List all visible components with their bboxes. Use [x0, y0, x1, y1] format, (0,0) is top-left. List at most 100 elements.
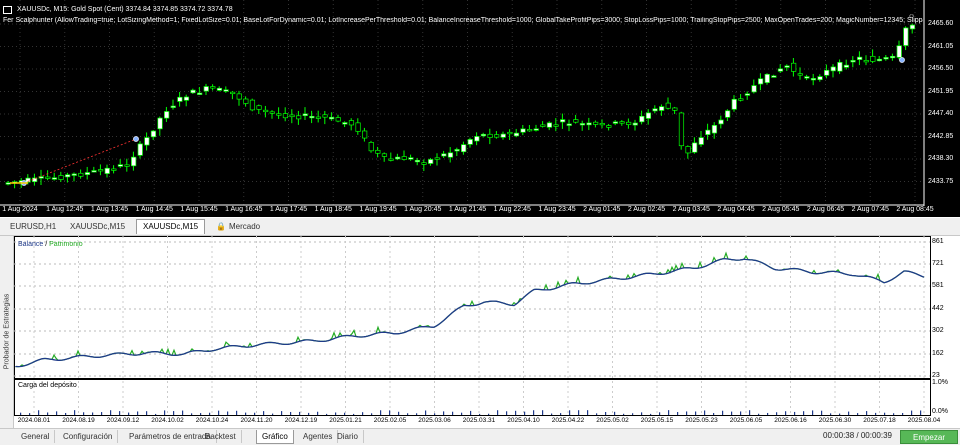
- balance-tick: 302: [932, 327, 944, 334]
- candle-body: [190, 89, 196, 94]
- deposit-bar: [821, 410, 823, 415]
- deposit-bar: [767, 412, 769, 415]
- time-label: 2 Aug 05:45: [762, 206, 800, 213]
- candle-body: [520, 128, 526, 133]
- candle-body: [612, 121, 619, 124]
- deposit-bar: [920, 410, 922, 415]
- deposit-bar: [191, 413, 193, 415]
- deposit-bar: [524, 411, 526, 415]
- candle-body: [375, 149, 381, 154]
- deposit-bar: [272, 413, 274, 415]
- candle-body: [342, 122, 348, 125]
- deposit-bar: [443, 411, 445, 415]
- deposit-bar: [29, 413, 31, 415]
- tester-side-panel: Probador de Estrategias: [0, 236, 14, 428]
- candle-body: [441, 153, 447, 157]
- date-label: 2024.10.02: [151, 417, 184, 424]
- deposit-bar: [92, 412, 94, 415]
- chart-tab-4[interactable]: 🔒 Mercado: [210, 220, 266, 233]
- time-label: 2 Aug 08:45: [896, 206, 934, 213]
- trade-marker: [899, 57, 905, 63]
- candle-body: [791, 62, 797, 72]
- candle-body: [731, 98, 737, 110]
- deposit-bar: [605, 412, 607, 415]
- tester-tab-1[interactable]: General: [16, 430, 56, 443]
- deposit-bar: [200, 413, 202, 415]
- balance-graph[interactable]: [14, 236, 960, 428]
- date-label: 2025.06.16: [774, 417, 807, 424]
- time-label: 2 Aug 01:45: [583, 206, 621, 213]
- candle-body: [652, 108, 658, 112]
- candle-body: [170, 105, 176, 108]
- start-button[interactable]: Empezar: [900, 430, 958, 444]
- deposit-bar: [479, 413, 481, 415]
- chart-tab-2[interactable]: XAUUSDc,M15: [64, 220, 131, 233]
- candle-body: [711, 125, 718, 134]
- time-axis[interactable]: 1 Aug 2024 1 Aug 12:45 1 Aug 13:45 1 Aug 14…: [0, 206, 933, 217]
- tester-side-label: Probador de Estrategias: [3, 293, 11, 370]
- candle-body: [764, 73, 770, 83]
- candle-body: [784, 65, 790, 68]
- candle-body: [527, 129, 533, 132]
- tester-tab-5[interactable]: Gráfico: [256, 430, 294, 444]
- chart-tab-3[interactable]: XAUUSDc,M15: [136, 219, 206, 234]
- candle-body: [698, 137, 704, 145]
- candle-body: [78, 172, 84, 177]
- deposit-bar: [542, 410, 544, 415]
- candle-body: [223, 89, 229, 92]
- candle-body: [177, 96, 183, 102]
- tester-tab-4[interactable]: Backtest: [200, 430, 242, 443]
- legend-balance: Balance: [18, 241, 44, 248]
- candle-body: [560, 119, 566, 123]
- time-label: 1 Aug 19:45: [359, 206, 397, 213]
- candle-body: [335, 117, 341, 122]
- candle-body: [51, 177, 58, 180]
- chart-tab-label: XAUUSDc,M15: [143, 222, 199, 231]
- candle-body: [639, 115, 645, 123]
- date-label: 2025.03.31: [462, 417, 496, 424]
- candle-body: [863, 60, 869, 63]
- candle-body: [487, 133, 493, 138]
- candle-body: [216, 87, 223, 91]
- candlestick-canvas[interactable]: [0, 0, 960, 217]
- candle-body: [771, 75, 777, 78]
- candle-body: [45, 176, 51, 179]
- strategy-tester-graph[interactable]: Balance / Patrimonio Carga del depósito …: [14, 236, 960, 428]
- candle-body: [725, 110, 731, 118]
- deposit-bar: [398, 411, 400, 415]
- chart-header: XAUUSDc, M15: Gold Spot (Cent) 3374.84 3…: [17, 6, 233, 13]
- candle-body: [586, 122, 592, 126]
- tester-tab-2[interactable]: Configuración: [58, 430, 119, 443]
- time-label: 1 Aug 18:45: [314, 206, 352, 213]
- deposit-bar: [254, 412, 256, 415]
- candle-body: [546, 122, 553, 128]
- candle-body: [494, 134, 500, 138]
- deposit-bar: [857, 413, 859, 415]
- deposit-bar: [578, 410, 580, 415]
- deposit-bar: [389, 410, 391, 415]
- price-axis[interactable]: 2465.60 2461.05 2456.50 2451.95 2447.40 2442.…: [924, 0, 960, 205]
- candle-body: [256, 105, 262, 110]
- candle-body: [619, 121, 625, 124]
- candle-body: [408, 157, 414, 160]
- graph-legend: Balance / Patrimonio: [18, 241, 83, 248]
- candle-body: [117, 164, 124, 167]
- candle-body: [797, 73, 803, 76]
- candle-body: [454, 149, 460, 152]
- balance-tick: 162: [932, 350, 944, 357]
- date-label: 2025.04.22: [551, 417, 585, 424]
- deposit-bar: [722, 410, 724, 415]
- chart-tab-1[interactable]: EURUSD,H1: [4, 220, 62, 233]
- candle-body: [421, 162, 427, 165]
- price-chart[interactable]: XAUUSDc, M15: Gold Spot (Cent) 3374.84 3…: [0, 0, 960, 217]
- candle-body: [777, 68, 784, 72]
- candle-body: [289, 114, 295, 118]
- candle-body: [111, 168, 117, 171]
- candle-body: [401, 156, 407, 160]
- chart-menu-icon[interactable]: [3, 6, 12, 14]
- tester-tab-7[interactable]: Diario: [332, 430, 364, 443]
- deposit-bar: [560, 413, 562, 415]
- deposit-bar: [308, 412, 310, 415]
- candle-body: [758, 78, 764, 85]
- candle-body: [65, 174, 71, 178]
